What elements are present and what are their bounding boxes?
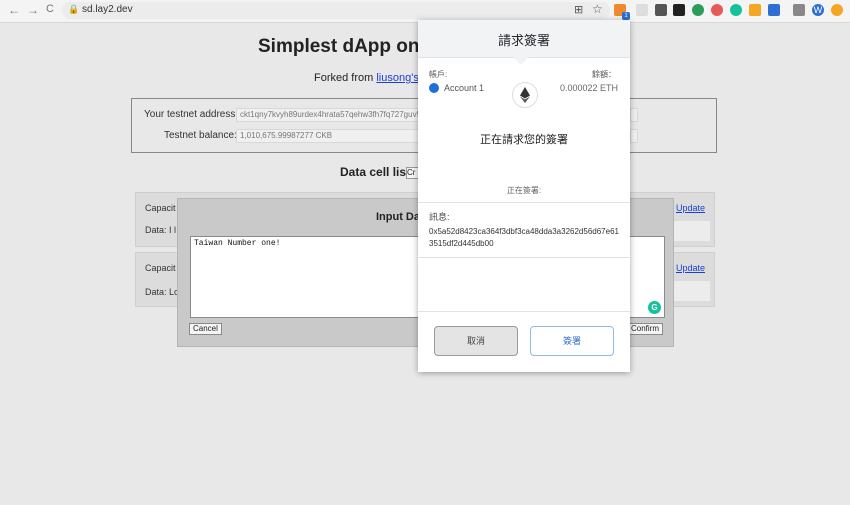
metamask-cancel-button[interactable]: 取消 xyxy=(434,326,518,356)
translate-icon[interactable]: ⊞ xyxy=(574,3,583,16)
confirm-button[interactable]: Confirm xyxy=(627,323,664,335)
cancel-button[interactable]: Cancel xyxy=(189,323,222,335)
orange-extension-icon[interactable] xyxy=(749,4,761,16)
cell-input-box[interactable] xyxy=(674,281,710,301)
reading-list-icon[interactable] xyxy=(793,4,805,16)
forward-icon[interactable]: → xyxy=(27,3,39,17)
modal-title: Input Da xyxy=(376,211,420,223)
grammarly-extension-icon[interactable] xyxy=(730,4,742,16)
bookmark-star-icon[interactable]: ☆ xyxy=(592,2,603,16)
page-title: Simplest dApp on xyxy=(258,36,420,57)
cell-capacity-text: Capacit xyxy=(145,203,176,213)
cell-data-text: Data: Lo xyxy=(145,287,180,297)
orange-circle-extension-icon[interactable] xyxy=(831,4,843,16)
testnet-address-label: Your testnet address: xyxy=(144,109,239,120)
lock-icon: 🔒 xyxy=(68,4,80,14)
profile-avatar[interactable]: W xyxy=(812,4,824,16)
s-extension-icon[interactable] xyxy=(768,4,780,16)
cell-update-link[interactable]: Update xyxy=(676,203,705,213)
forked-from-line: Forked from liusong's w xyxy=(314,72,430,84)
testnet-address-field[interactable]: ckt1qny7kvyh89urdex4hrata57qehw3fh7fq727… xyxy=(236,108,420,122)
cell-input-box[interactable] xyxy=(674,221,710,241)
metamask-badge: 1 xyxy=(622,12,630,20)
url-text[interactable]: sd.lay2.dev xyxy=(82,4,133,15)
cell-capacity-text: Capacit xyxy=(145,263,176,273)
metamask-signature-popup: 請求簽署 帳戶: Account 1 餘額： 0.000022 ETH 正在請求… xyxy=(418,20,630,372)
testnet-balance-label: Testnet balance: xyxy=(164,130,237,141)
grammarly-icon[interactable]: G xyxy=(648,301,661,314)
cell-update-link[interactable]: Update xyxy=(676,263,705,273)
metamask-title: 請求簽署 xyxy=(497,33,550,48)
back-icon[interactable]: ← xyxy=(8,3,20,17)
balance-value: 0.000022 ETH xyxy=(560,83,619,93)
red-extension-icon[interactable] xyxy=(711,4,723,16)
address-bar[interactable]: 🔒 sd.lay2.dev ⊞ ☆ xyxy=(62,2,610,19)
green-extension-icon[interactable] xyxy=(692,4,704,16)
account-name: Account 1 xyxy=(444,83,485,93)
dark-extension-icon[interactable] xyxy=(673,4,685,16)
ethereum-icon xyxy=(512,82,538,108)
divider xyxy=(418,257,630,258)
reload-icon[interactable]: C xyxy=(46,3,54,15)
account-label: 帳戶: xyxy=(429,70,448,79)
forked-from-label: Forked from xyxy=(314,72,374,84)
metamask-sign-button[interactable]: 簽署 xyxy=(530,326,614,356)
divider xyxy=(418,202,630,203)
divider xyxy=(418,311,630,312)
message-value: 0x5a52d8423ca364f3dbf3ca48dda3a3262d56d6… xyxy=(429,227,619,248)
testnet-balance-field[interactable]: 1,010,675.99987277 CKB xyxy=(236,129,420,143)
signature-request-text: 正在請求您的簽署 xyxy=(480,134,568,146)
balance-label: 餘額： xyxy=(592,70,616,79)
extension-icon[interactable] xyxy=(636,4,648,16)
testnet-address-field-end xyxy=(630,108,638,122)
signing-label: 正在簽署: xyxy=(506,186,542,195)
data-cell-list-title: Data cell list xyxy=(340,165,411,179)
message-label: 訊息: xyxy=(429,212,450,222)
qr-extension-icon[interactable] xyxy=(655,4,667,16)
cell-data-text: Data: I l xyxy=(145,225,177,235)
metamask-header: 請求簽署 xyxy=(418,20,630,58)
header-notch xyxy=(513,57,529,65)
testnet-balance-field-end xyxy=(630,129,638,143)
account-avatar xyxy=(429,83,439,93)
